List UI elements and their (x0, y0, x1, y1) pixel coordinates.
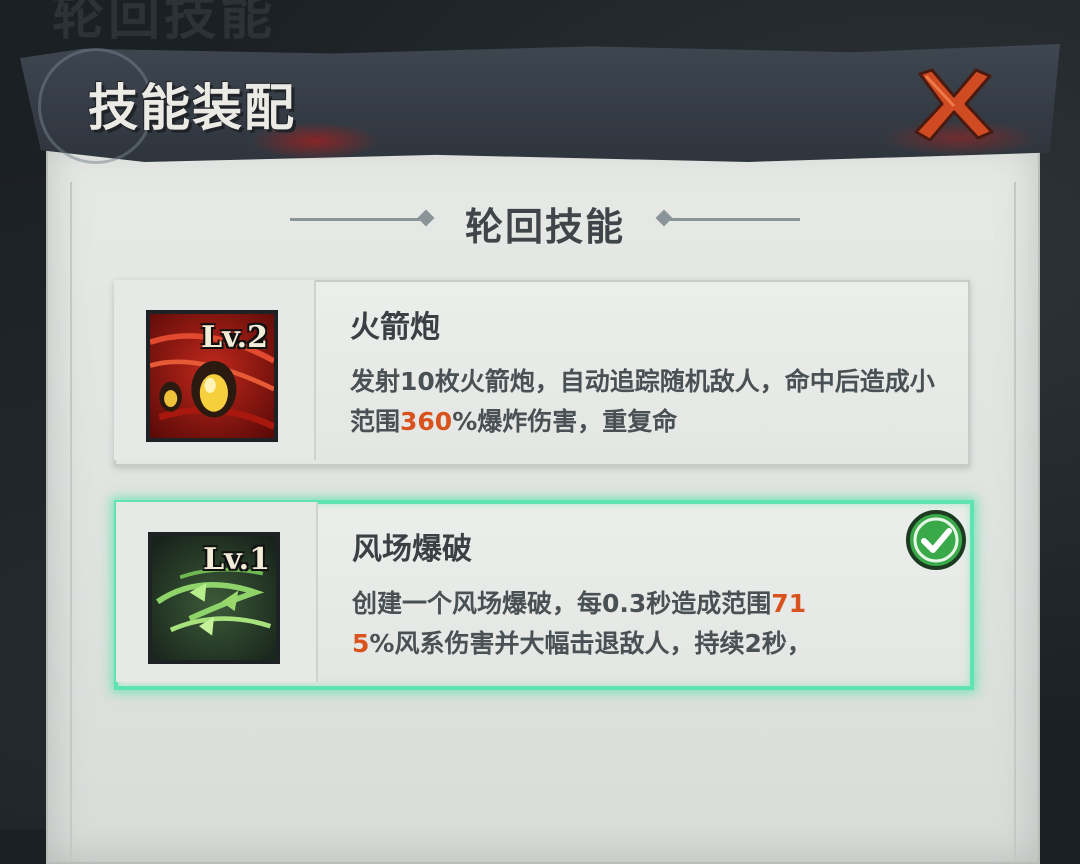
background-title: 轮回技能 (52, 0, 277, 47)
equipped-check-icon (904, 508, 968, 572)
page-title: 技能装配 (88, 79, 296, 137)
skill-name: 风场爆破 (352, 532, 472, 567)
skill-name: 火箭炮 (350, 310, 440, 345)
close-button[interactable] (912, 66, 996, 142)
skill-description: 创建一个风场爆破，每0.3秒造成范围71 5%风系伤害并大幅击退敌人，持续2秒， (352, 589, 812, 658)
section-header: 轮回技能 (280, 190, 810, 250)
skill-level-badge: Lv.2 (201, 320, 268, 355)
skill-card-wind[interactable]: Lv.1 风场爆破 创建一个风场爆破，每0.3秒造成范围71 5%风系伤害并大幅击… (114, 500, 974, 690)
section-title: 轮回技能 (464, 205, 625, 249)
skill-level-badge: Lv.1 (203, 542, 270, 577)
skill-card-rocket[interactable]: Lv.2 火箭炮 发射10枚火箭炮，自动追踪随机敌人，命中后造成小范围360%爆… (114, 280, 970, 466)
skill-description: 发射10枚火箭炮，自动追踪随机敌人，命中后造成小范围360%爆炸伤害，重复命 (350, 367, 935, 436)
rocket-bomb-icon: Lv.2 (146, 310, 278, 442)
wind-blast-icon: Lv.1 (148, 532, 280, 664)
divider-line (670, 218, 800, 221)
close-x-icon (914, 68, 994, 142)
